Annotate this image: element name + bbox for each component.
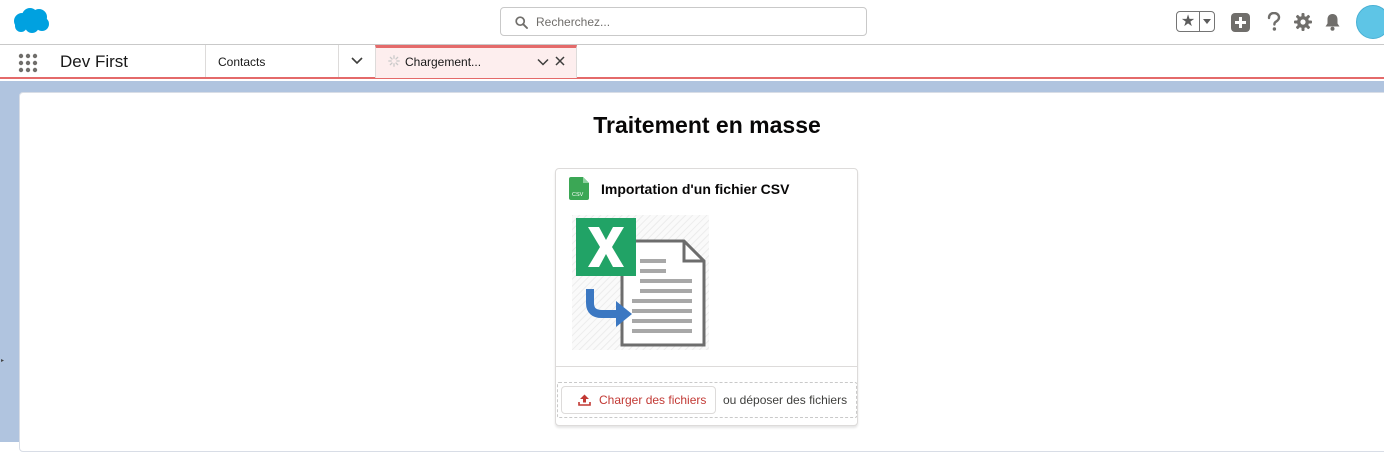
setup-button[interactable] — [1292, 11, 1314, 33]
favorites-menu-button[interactable] — [1200, 12, 1214, 31]
app-name: Dev First — [60, 52, 128, 71]
csv-file-icon: CSV — [569, 177, 589, 200]
salesforce-cloud-logo[interactable] — [12, 7, 50, 34]
global-header: ★ — [0, 0, 1384, 45]
file-dropzone[interactable]: Charger des fichiers ou déposer des fich… — [557, 382, 857, 418]
card-title: Importation d'un fichier CSV — [601, 181, 790, 197]
loading-spinner-icon — [388, 55, 400, 67]
csv-icon-label: CSV — [572, 192, 584, 198]
upload-files-button[interactable]: Charger des fichiers — [561, 386, 716, 414]
chevron-down-icon[interactable] — [536, 55, 550, 69]
nav-item-contacts-menu[interactable] — [338, 45, 375, 77]
chevron-down-icon — [351, 57, 363, 65]
bell-icon — [1325, 14, 1339, 31]
help-button[interactable] — [1263, 11, 1285, 33]
search-icon — [515, 16, 528, 29]
global-actions-button[interactable] — [1229, 11, 1251, 33]
tab-chargement[interactable]: Chargement... — [375, 45, 577, 78]
gear-icon — [1294, 13, 1312, 31]
app-launcher-icon[interactable] — [18, 53, 38, 73]
star-icon[interactable]: ★ — [1177, 12, 1200, 31]
tab-label: Chargement... — [405, 55, 482, 69]
help-icon — [1267, 12, 1281, 31]
avatar[interactable] — [1356, 5, 1384, 39]
plus-icon — [1230, 12, 1250, 32]
notifications-button[interactable] — [1321, 11, 1343, 33]
expand-arrow-icon: ▸ — [1, 358, 5, 364]
drop-files-label: ou déposer des fichiers — [723, 393, 848, 407]
nav-item-contacts[interactable]: Contacts — [205, 45, 338, 77]
upload-icon — [578, 394, 591, 406]
global-search[interactable] — [500, 7, 867, 36]
nav-item-label: Contacts — [218, 55, 266, 69]
page-title: Traitement en masse — [593, 112, 821, 138]
favorites-group[interactable]: ★ — [1176, 11, 1215, 32]
card-divider — [556, 366, 857, 367]
search-input[interactable] — [536, 12, 856, 32]
excel-import-illustration — [572, 215, 709, 350]
csv-import-card: CSV Importation d'un fichier CSV Charger… — [555, 168, 858, 426]
navigation-bar: Dev First Contacts Chargement... — [0, 45, 1384, 79]
upload-button-label: Charger des fichiers — [599, 393, 707, 407]
close-icon[interactable] — [553, 54, 567, 68]
chevron-down-icon — [1203, 18, 1211, 24]
